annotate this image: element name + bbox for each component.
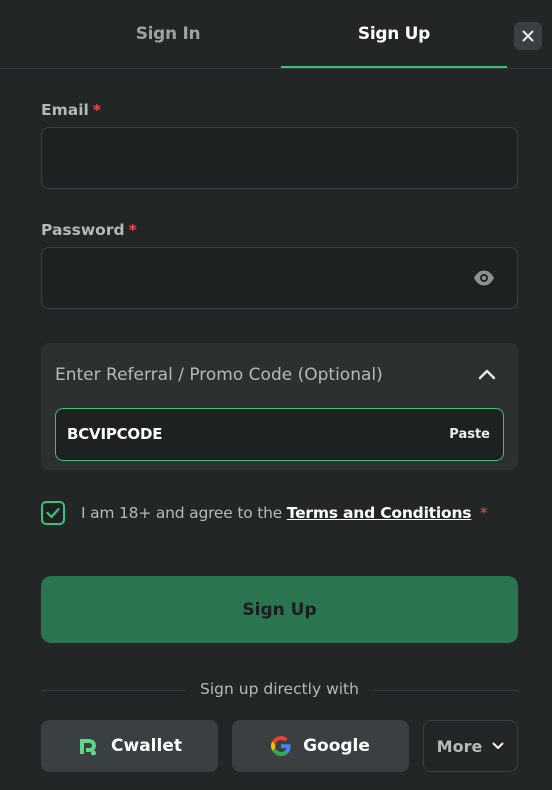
password-field[interactable] (41, 247, 518, 309)
close-icon (522, 30, 534, 42)
email-input[interactable] (42, 128, 517, 188)
signup-modal: Sign In Sign Up Email * Password * Enter R… (0, 0, 552, 790)
auth-tabs: Sign In Sign Up (0, 0, 552, 69)
agree-checkbox[interactable] (41, 501, 65, 525)
sign-up-button[interactable]: Sign Up (41, 576, 518, 643)
tab-sign-up[interactable]: Sign Up (281, 0, 507, 68)
agree-text: I am 18+ and agree to the Terms and Cond… (81, 504, 488, 522)
close-button[interactable] (514, 22, 542, 50)
email-label: Email * (41, 101, 101, 119)
email-label-text: Email (41, 101, 89, 119)
cwallet-button[interactable]: Cwallet (41, 720, 218, 772)
tab-sign-in[interactable]: Sign In (55, 0, 281, 68)
password-input[interactable] (42, 248, 517, 308)
eye-icon[interactable] (473, 269, 495, 287)
more-label: More (436, 736, 483, 756)
promo-code-field[interactable]: BCVIPCODE Paste (55, 408, 504, 461)
chevron-down-icon (492, 742, 504, 750)
promo-code-value[interactable]: BCVIPCODE (67, 425, 162, 443)
google-button[interactable]: Google (232, 720, 409, 772)
check-icon (46, 507, 60, 519)
email-field[interactable] (41, 127, 518, 189)
terms-link[interactable]: Terms and Conditions (287, 504, 472, 522)
google-icon (271, 736, 291, 756)
paste-button[interactable]: Paste (449, 427, 490, 442)
required-mark: * (480, 504, 488, 522)
terms-agreement: I am 18+ and agree to the Terms and Cond… (41, 501, 488, 525)
promo-code-toggle-label[interactable]: Enter Referral / Promo Code (Optional) (55, 365, 383, 385)
cwallet-icon (77, 735, 99, 757)
required-mark: * (128, 221, 137, 239)
password-label-text: Password (41, 221, 125, 239)
social-divider: Sign up directly with (41, 680, 518, 702)
promo-code-section: Enter Referral / Promo Code (Optional) B… (41, 343, 518, 470)
agree-text-prefix: I am 18+ and agree to the (81, 504, 283, 522)
google-label: Google (303, 736, 370, 756)
divider-text: Sign up directly with (200, 680, 359, 698)
chevron-up-icon[interactable] (478, 367, 496, 381)
password-label: Password * (41, 221, 137, 239)
active-tab-indicator (281, 66, 507, 68)
more-login-options-button[interactable]: More (423, 720, 518, 772)
cwallet-label: Cwallet (111, 736, 182, 756)
required-mark: * (92, 101, 101, 119)
